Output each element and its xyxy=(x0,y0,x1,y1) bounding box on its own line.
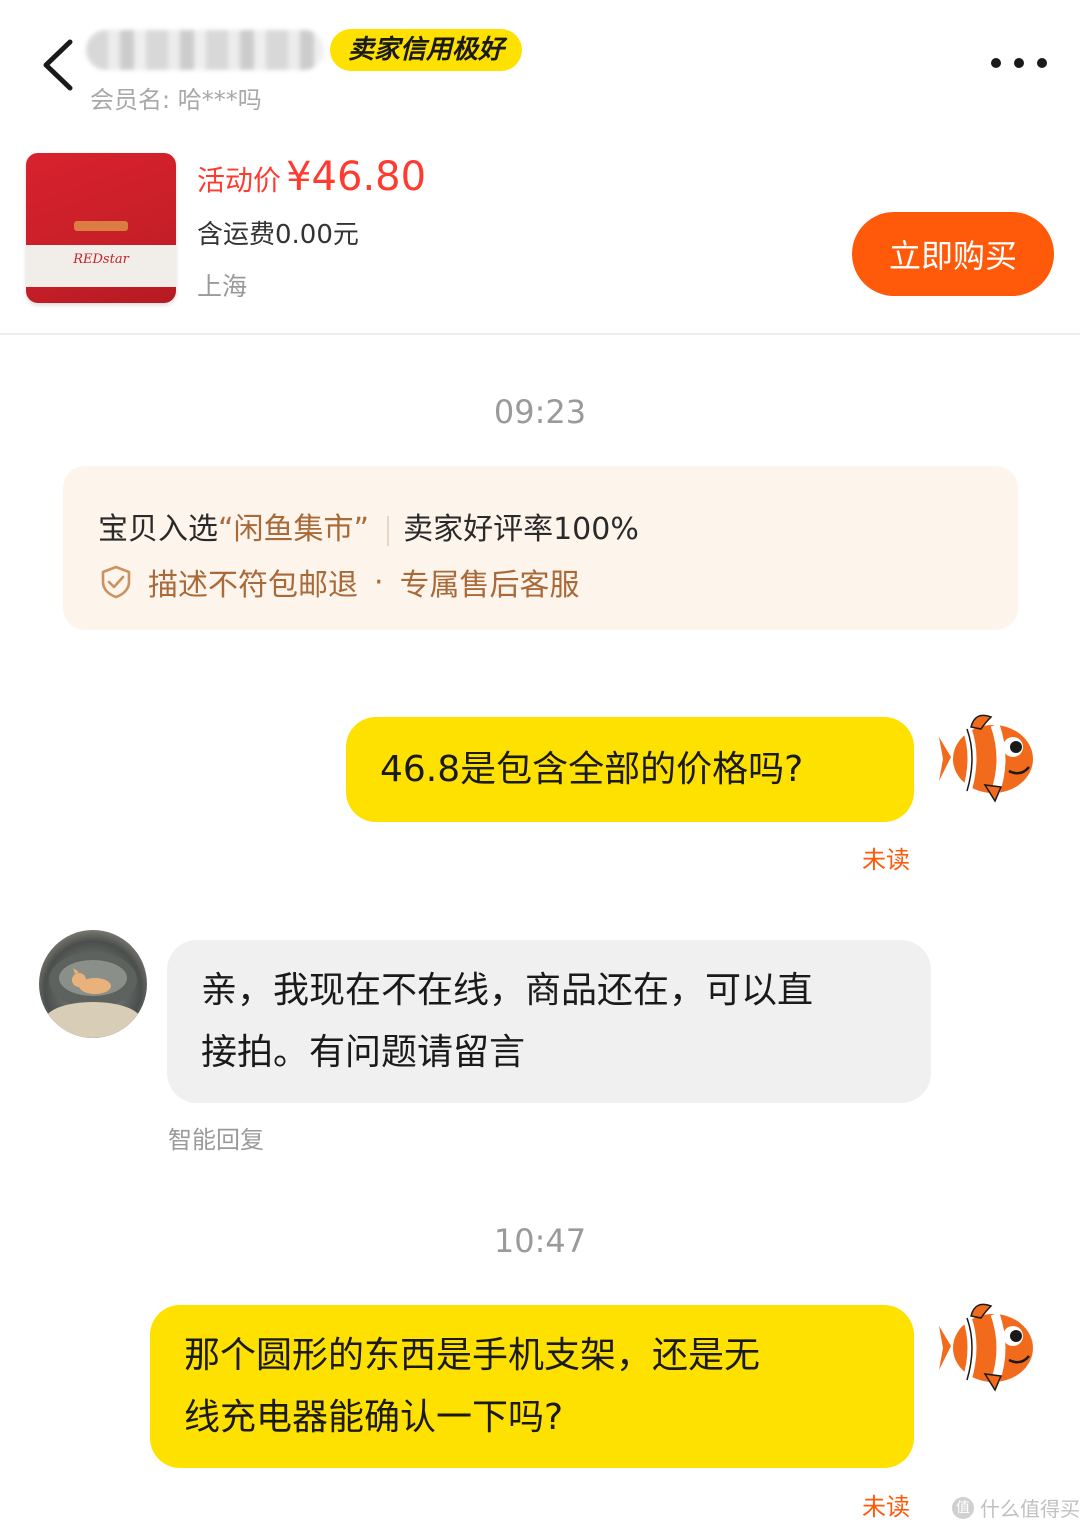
message-text-line-2: 接拍。有问题请留言 xyxy=(201,1032,526,1073)
seller-rating: 卖家好评率100% xyxy=(403,512,639,547)
price-label: 活动价 xyxy=(197,164,282,197)
watermark-icon: 值 xyxy=(952,1496,974,1519)
my-message-bubble[interactable]: 那个圆形的东西是手机支架，还是无 线充电器能确认一下吗? xyxy=(150,1305,914,1468)
message-text: 46.8是包含全部的价格吗? xyxy=(380,749,804,790)
notice-line-2: 描述不符包邮退 · 专属售后客服 xyxy=(98,560,580,604)
divider xyxy=(387,515,390,546)
seller-avatar[interactable] xyxy=(39,930,147,1038)
separator-dot: · xyxy=(374,564,384,600)
timestamp: 09:23 xyxy=(493,393,587,431)
shield-check-icon xyxy=(101,565,131,599)
timestamp: 10:47 xyxy=(493,1222,587,1260)
more-icon-dot xyxy=(1014,58,1024,68)
back-icon xyxy=(43,39,73,91)
cat-avatar xyxy=(45,952,141,1038)
notice-line-1: 宝贝入选“闲鱼集市” 卖家好评率100% xyxy=(98,504,639,548)
watermark: 值 什么值得买 xyxy=(952,1493,1080,1522)
seller-message-bubble[interactable]: 亲，我现在不在线，商品还在，可以直 接拍。有问题请留言 xyxy=(167,940,931,1103)
back-button[interactable] xyxy=(30,30,90,100)
more-icon-dot xyxy=(1037,58,1047,68)
shipping-fee: 含运费0.00元 xyxy=(197,220,359,250)
smart-reply-tag: 智能回复 xyxy=(168,1126,264,1154)
my-message-bubble[interactable]: 46.8是包含全部的价格吗? xyxy=(346,717,914,822)
guarantee-return: 描述不符包邮退 xyxy=(148,568,358,603)
message-text-line-1: 那个圆形的东西是手机支架，还是无 xyxy=(184,1335,761,1376)
unread-status: 未读 xyxy=(862,1493,910,1521)
seller-nickname-blurred xyxy=(86,30,324,70)
more-button[interactable] xyxy=(985,45,1055,81)
notice-prefix: 宝贝入选 xyxy=(98,512,218,547)
member-name: 会员名: 哈***吗 xyxy=(90,86,262,114)
price-value: ¥46.80 xyxy=(286,154,427,200)
buy-now-button[interactable]: 立即购买 xyxy=(852,212,1054,296)
more-icon xyxy=(991,58,1001,68)
clownfish-avatar[interactable] xyxy=(937,1296,1037,1396)
message-text-line-1: 亲，我现在不在线，商品还在，可以直 xyxy=(201,970,814,1011)
unread-status: 未读 xyxy=(862,846,910,874)
thumbnail-mark xyxy=(74,221,128,231)
watermark-text: 什么值得买 xyxy=(980,1497,1080,1521)
product-card: REDstar 活动价 ¥46.80 含运费0.00元 上海 立即购买 xyxy=(0,140,1080,335)
message-text-line-2: 线充电器能确认一下吗? xyxy=(184,1397,564,1438)
guarantee-service: 专属售后客服 xyxy=(399,568,580,603)
clownfish-avatar[interactable] xyxy=(937,707,1037,807)
thumbnail-logo: REDstar xyxy=(73,252,129,267)
market-notice: 宝贝入选“闲鱼集市” 卖家好评率100% 描述不符包邮退 · 专属售后客服 xyxy=(63,466,1018,630)
notice-market-name: “闲鱼集市” xyxy=(218,512,370,547)
location: 上海 xyxy=(197,272,248,301)
price-line: 活动价 ¥46.80 xyxy=(197,154,426,200)
chat-header: 卖家信用极好 会员名: 哈***吗 xyxy=(0,0,1080,130)
product-thumbnail[interactable]: REDstar xyxy=(26,153,176,303)
credit-badge: 卖家信用极好 xyxy=(330,29,523,71)
